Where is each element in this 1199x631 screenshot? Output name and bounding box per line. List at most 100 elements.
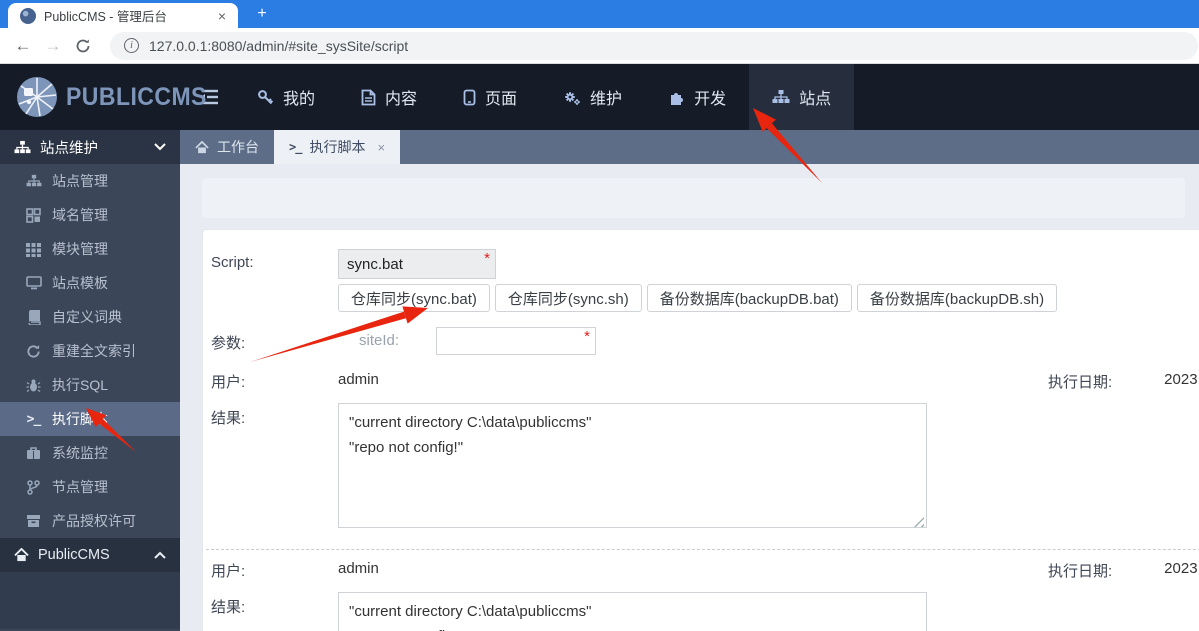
sidebar-item-module-management[interactable]: 模块管理 — [0, 232, 180, 266]
result-label: 结果: — [211, 410, 246, 427]
chevron-down-icon — [154, 143, 166, 151]
collapsed-panel — [202, 178, 1185, 218]
result-textarea[interactable] — [338, 403, 927, 528]
sidebar-item-site-template[interactable]: 站点模板 — [0, 266, 180, 300]
exec-date-label: 执行日期: — [1048, 563, 1113, 580]
brand[interactable]: PUBLICCMS — [0, 76, 206, 118]
sidebar-item-label: 执行脚本 — [52, 411, 108, 427]
record-user-row: 用户: admin 执行日期: 2023 — [203, 371, 1199, 392]
sidebar-item-domain-management[interactable]: 域名管理 — [0, 198, 180, 232]
script-input-wrap: * — [338, 249, 496, 279]
sidebar-section-publiccms[interactable]: PublicCMS — [0, 538, 180, 572]
briefcase-icon — [25, 446, 42, 460]
script-input[interactable] — [338, 249, 496, 279]
new-tab-button[interactable]: + — [250, 4, 274, 24]
topnav-item-label: 站点 — [799, 91, 832, 108]
result-label: 结果: — [211, 599, 246, 616]
script-button-backupdb-bat[interactable]: 备份数据库(backupDB.bat) — [646, 284, 852, 312]
refresh-icon[interactable] — [68, 36, 98, 56]
sidebar-item-label: 执行SQL — [52, 377, 109, 393]
browser-toolbar: ← → i 127.0.0.1:8080/admin/#site_sysSite… — [0, 28, 1199, 64]
siteid-input-wrap: * — [436, 327, 596, 355]
forward-icon[interactable]: → — [38, 36, 68, 56]
tab-workbench[interactable]: 工作台 — [180, 130, 274, 164]
back-icon[interactable]: ← — [8, 36, 38, 56]
book-icon — [25, 309, 42, 325]
sidebar-item-label: 模块管理 — [52, 241, 108, 257]
home-icon — [195, 140, 209, 154]
script-label: Script: — [211, 254, 254, 271]
tab-execute-script[interactable]: >_ 执行脚本 × — [274, 130, 401, 164]
sidebar-item-label: 系统监控 — [52, 445, 108, 461]
workspace-tabbar: 工作台 >_ 执行脚本 × — [180, 130, 1199, 164]
topnav-item-label: 维护 — [590, 91, 623, 108]
terminal-icon: >_ — [289, 140, 302, 154]
browser-tab-strip: PublicCMS - 管理后台 × + — [0, 0, 1199, 28]
sidebar-item-label: 节点管理 — [52, 479, 108, 495]
sidebar-item-product-license[interactable]: 产品授权许可 — [0, 504, 180, 538]
sidebar-item-node-management[interactable]: 节点管理 — [0, 470, 180, 504]
exec-date-group: 执行日期: 2023 — [1048, 371, 1198, 392]
topnav-item-my[interactable]: 我的 — [234, 64, 338, 130]
close-icon[interactable]: × — [377, 140, 385, 155]
sidebar-item-rebuild-index[interactable]: 重建全文索引 — [0, 334, 180, 368]
app-top-nav: PUBLICCMS 我的 内容 页面 维护 开发 站点 — [0, 64, 1199, 130]
sidebar-item-label: 重建全文索引 — [52, 343, 136, 359]
topnav-item-label: 开发 — [694, 91, 727, 108]
sidebar: 站点维护 站点管理 域名管理 模块管理 站点模板 自定义词典 重建全文索引 执行… — [0, 130, 180, 631]
browser-tab[interactable]: PublicCMS - 管理后台 × — [8, 3, 238, 28]
record-user-row: 用户: admin 执行日期: 2023 — [203, 560, 1199, 581]
script-button-sync-bat[interactable]: 仓库同步(sync.bat) — [338, 284, 490, 312]
sitemap-icon — [14, 140, 31, 153]
sidebar-item-label: 自定义词典 — [52, 309, 122, 325]
sidebar-item-system-monitor[interactable]: 系统监控 — [0, 436, 180, 470]
info-icon[interactable]: i — [124, 38, 139, 53]
result-textarea[interactable] — [338, 592, 927, 631]
sidebar-empty-area — [0, 572, 180, 629]
file-icon — [361, 89, 376, 106]
exec-date-label: 执行日期: — [1048, 374, 1113, 391]
siteid-label: siteId: — [359, 332, 400, 349]
sidebar-item-label: 站点模板 — [52, 275, 108, 291]
sidebar-item-execute-script[interactable]: >_ 执行脚本 — [0, 402, 180, 436]
mobile-icon — [463, 89, 476, 106]
result-textarea-wrap — [338, 592, 927, 631]
topnav-item-label: 内容 — [385, 91, 418, 108]
record-result-row: 结果: — [203, 403, 1199, 533]
blocks-icon — [25, 207, 42, 223]
topnav-item-content[interactable]: 内容 — [338, 64, 440, 130]
sidebar-section-site-maintenance[interactable]: 站点维护 — [0, 130, 180, 164]
tab-close-icon[interactable]: × — [214, 8, 230, 24]
sidebar-footer-label: PublicCMS — [38, 547, 110, 563]
url-bar[interactable]: i 127.0.0.1:8080/admin/#site_sysSite/scr… — [110, 31, 1198, 60]
grid-icon — [25, 242, 42, 257]
required-mark: * — [584, 328, 590, 345]
sidebar-item-custom-dictionary[interactable]: 自定义词典 — [0, 300, 180, 334]
browser-tab-title: PublicCMS - 管理后台 — [44, 10, 167, 24]
refresh-icon — [25, 344, 42, 359]
puzzle-icon — [668, 89, 685, 106]
main-content: Script: * 仓库同步(sync.bat) 仓库同步(sync.sh) 备… — [180, 164, 1199, 631]
exec-date-value: 2023 — [1164, 560, 1198, 577]
topnav-item-page[interactable]: 页面 — [440, 64, 540, 130]
record-divider — [206, 549, 1199, 550]
archive-icon — [25, 514, 42, 528]
script-button-backupdb-sh[interactable]: 备份数据库(backupDB.sh) — [856, 284, 1058, 312]
sidebar-item-label: 站点管理 — [52, 173, 108, 189]
sidebar-item-site-management[interactable]: 站点管理 — [0, 164, 180, 198]
script-button-sync-sh[interactable]: 仓库同步(sync.sh) — [494, 284, 642, 312]
topnav-item-maintenance[interactable]: 维护 — [540, 64, 645, 130]
sidebar-item-execute-sql[interactable]: 执行SQL — [0, 368, 180, 402]
script-buttons-row: 仓库同步(sync.bat) 仓库同步(sync.sh) 备份数据库(backu… — [338, 284, 1199, 312]
exec-date-value: 2023 — [1164, 371, 1198, 388]
topnav-item-develop[interactable]: 开发 — [645, 64, 749, 130]
publiccms-favicon-icon — [20, 7, 36, 24]
user-label: 用户: — [211, 563, 246, 580]
branch-icon — [25, 479, 42, 495]
topnav-item-site[interactable]: 站点 — [749, 64, 855, 130]
topnav-item-label: 我的 — [283, 91, 316, 108]
user-value: admin — [338, 371, 379, 388]
required-mark: * — [484, 250, 490, 267]
siteid-input[interactable] — [436, 327, 596, 355]
desktop-icon — [25, 276, 42, 290]
